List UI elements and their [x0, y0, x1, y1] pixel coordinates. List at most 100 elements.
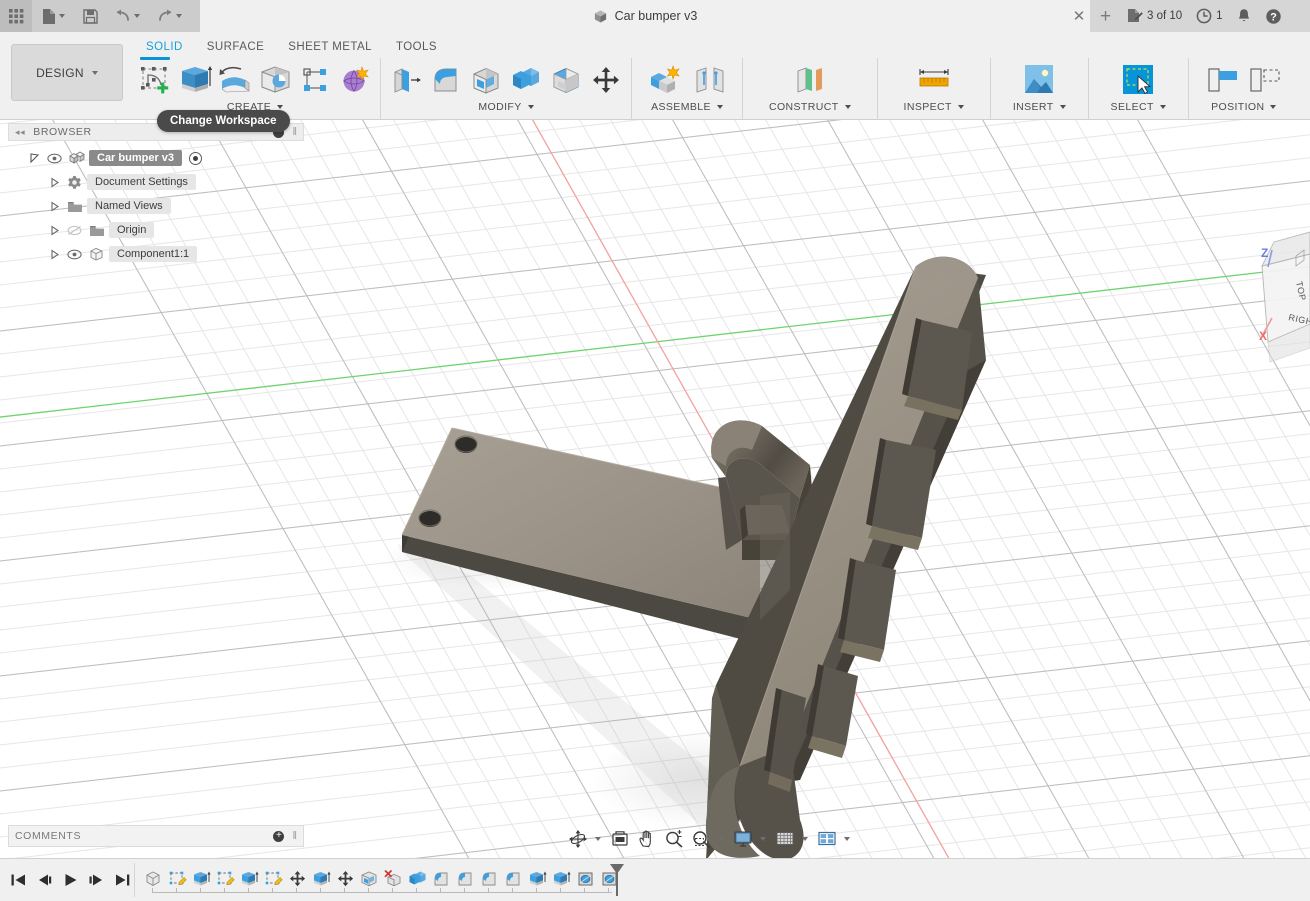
root-activate-radio[interactable] [189, 151, 203, 165]
chevron-down-icon[interactable] [844, 837, 850, 841]
timeline-jump-end-button[interactable] [110, 866, 134, 894]
browser-item-label[interactable]: Car bumper v3 [89, 150, 183, 166]
revolve-button[interactable] [216, 58, 254, 102]
redo-button[interactable] [148, 0, 190, 32]
timeline-feature-fillet[interactable] [453, 864, 477, 894]
timeline-feature-extrude[interactable] [309, 864, 333, 894]
chevron-down-icon[interactable] [718, 837, 724, 841]
timeline-feature-shell[interactable] [357, 864, 381, 894]
browser-item-origin[interactable]: Origin [8, 218, 304, 242]
expand-triangle-icon[interactable] [46, 198, 62, 214]
expand-triangle-icon[interactable] [26, 150, 42, 166]
browser-item-label[interactable]: Named Views [87, 198, 171, 214]
tab-surface[interactable]: SURFACE [195, 38, 276, 56]
grid-snaps-button[interactable] [772, 827, 798, 851]
display-settings-button[interactable] [730, 827, 756, 851]
panel-select-label[interactable]: SELECT [1111, 101, 1166, 113]
view-cube[interactable]: RIGHT TOP Z X [1259, 231, 1310, 363]
visibility-eye-off-icon[interactable] [65, 222, 84, 238]
new-component-button[interactable] [644, 58, 688, 102]
timeline-feature-sketch[interactable] [261, 864, 285, 894]
undo-button[interactable] [106, 0, 148, 32]
timeline-jump-start-button[interactable] [6, 866, 30, 894]
timeline-feature-extrude[interactable] [189, 864, 213, 894]
timeline-feature-move[interactable] [285, 864, 309, 894]
move-copy-button[interactable] [587, 58, 625, 102]
pattern-button[interactable] [296, 58, 334, 102]
panel-inspect-label[interactable]: INSPECT [904, 101, 964, 113]
panel-assemble-label[interactable]: ASSEMBLE [651, 101, 723, 113]
chevron-down-icon[interactable] [802, 837, 808, 841]
fillet-button[interactable] [427, 58, 465, 102]
pan-button[interactable] [634, 827, 660, 851]
browser-collapse-icon[interactable]: ◂◂ [15, 127, 25, 138]
timeline-feature-combine[interactable] [405, 864, 429, 894]
fit-button[interactable] [688, 827, 714, 851]
close-tab-button[interactable]: ✕ [1066, 0, 1092, 32]
zoom-button[interactable] [661, 827, 687, 851]
tab-solid[interactable]: SOLID [134, 38, 195, 56]
app-grid-button[interactable] [0, 0, 32, 32]
help-button[interactable]: ? [1258, 0, 1289, 32]
chevron-down-icon[interactable] [595, 837, 601, 841]
create-sketch-button[interactable] [136, 57, 174, 102]
panel-construct-label[interactable]: CONSTRUCT [769, 101, 851, 113]
split-face-button[interactable] [547, 58, 585, 102]
timeline-feature-extrude[interactable] [549, 864, 573, 894]
tab-sheet-metal[interactable]: SHEET METAL [276, 38, 384, 56]
align-right-button[interactable] [1245, 58, 1285, 102]
align-left-button[interactable] [1203, 58, 1243, 102]
measure-button[interactable] [913, 58, 955, 102]
panel-insert-label[interactable]: INSERT [1013, 101, 1066, 113]
sweep-button[interactable] [256, 58, 294, 102]
create-form-button[interactable] [336, 58, 374, 102]
timeline-play-button[interactable] [58, 866, 82, 894]
orbit-button[interactable] [565, 827, 591, 851]
offset-plane-button[interactable] [789, 58, 831, 102]
extrude-button[interactable] [176, 58, 214, 102]
workspace-switcher-button[interactable]: DESIGN [11, 44, 123, 101]
timeline-feature-fillet[interactable] [501, 864, 525, 894]
browser-item-label[interactable]: Component1:1 [109, 246, 198, 262]
timeline-feature-extrude[interactable] [525, 864, 549, 894]
timeline-feature-fillet[interactable] [477, 864, 501, 894]
save-button[interactable] [74, 0, 106, 32]
timeline-feature-fillet[interactable] [429, 864, 453, 894]
expand-triangle-icon[interactable] [46, 246, 62, 262]
jobs-status-button[interactable]: 3 of 10 [1119, 0, 1189, 32]
browser-item-label[interactable]: Document Settings [87, 174, 196, 190]
comments-add-button[interactable]: + [273, 830, 285, 842]
shell-button[interactable] [467, 58, 505, 102]
insert-image-button[interactable] [1018, 58, 1060, 102]
timeline-feature-component[interactable] [141, 864, 165, 894]
browser-resize-grip[interactable]: ‖ [292, 126, 297, 138]
new-tab-button[interactable]: + [1092, 0, 1119, 32]
timeline-feature-move[interactable] [333, 864, 357, 894]
chevron-down-icon[interactable] [760, 837, 766, 841]
timeline-feature-sketch[interactable] [213, 864, 237, 894]
panel-position-label[interactable]: POSITION [1211, 101, 1277, 113]
expand-triangle-icon[interactable] [46, 222, 62, 238]
document-tab[interactable]: Car bumper v3 [200, 0, 1090, 32]
browser-item-label[interactable]: Origin [109, 222, 155, 238]
timeline-feature-extrude[interactable] [237, 864, 261, 894]
timeline-feature-delete-face[interactable] [381, 864, 405, 894]
browser-item-named-views[interactable]: Named Views [8, 194, 304, 218]
panel-modify-label[interactable]: MODIFY [478, 101, 534, 113]
combine-button[interactable] [507, 58, 545, 102]
browser-item-root[interactable]: Car bumper v3 [8, 146, 304, 170]
visibility-eye-icon[interactable] [65, 246, 84, 262]
timeline-step-forward-button[interactable] [84, 866, 108, 894]
browser-item-document-settings[interactable]: Document Settings [8, 170, 304, 194]
timeline-end-marker[interactable] [608, 863, 626, 897]
timeline-step-back-button[interactable] [32, 866, 56, 894]
viewports-button[interactable] [814, 827, 840, 851]
joint-button[interactable] [690, 58, 730, 102]
browser-item-component1[interactable]: Component1:1 [8, 242, 304, 266]
select-tool-button[interactable] [1116, 58, 1160, 102]
recent-activity-button[interactable]: 1 [1189, 0, 1229, 32]
comments-resize-grip[interactable]: ‖ [292, 830, 297, 842]
notifications-button[interactable] [1230, 0, 1258, 32]
look-at-button[interactable] [607, 827, 633, 851]
timeline-feature-sketch[interactable] [165, 864, 189, 894]
